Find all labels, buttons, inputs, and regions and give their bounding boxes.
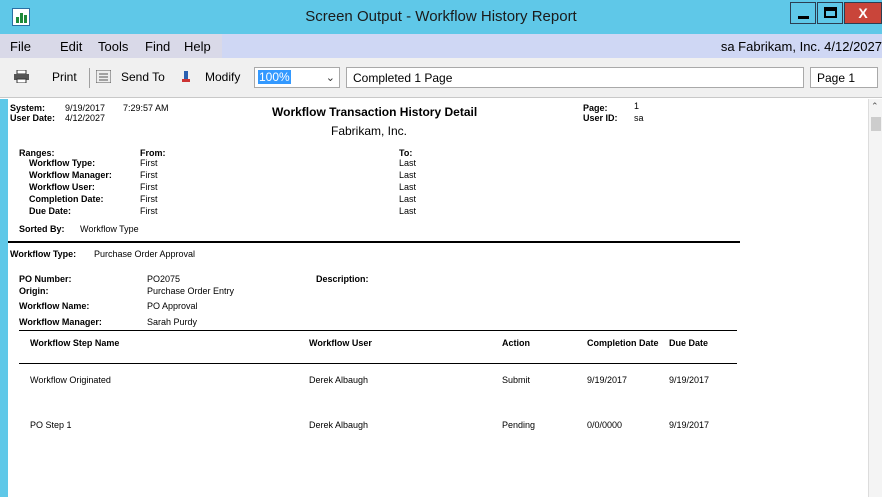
workflow-type-value: Purchase Order Approval [94, 249, 196, 259]
send-to-button[interactable]: Send To [121, 70, 165, 84]
user-date-value: 4/12/2027 [65, 113, 106, 123]
origin-value: Purchase Order Entry [147, 286, 235, 296]
range-from: First [140, 182, 158, 192]
menu-bar: File Edit Tools Find Help sa Fabrikam, I… [0, 34, 882, 58]
modify-button[interactable]: Modify [205, 70, 240, 84]
range-to: Last [399, 206, 417, 216]
title-bar: Screen Output - Workflow History Report … [0, 0, 882, 34]
status-field: Completed 1 Page [346, 67, 804, 88]
range-to: Last [399, 194, 417, 204]
table-cell-user: Derek Albaugh [309, 420, 369, 430]
header-divider [8, 241, 740, 243]
table-cell-action: Pending [502, 420, 536, 430]
system-date: 9/19/2017 [65, 103, 106, 113]
maximize-button[interactable] [817, 2, 843, 24]
table-cell-due: 9/19/2017 [669, 420, 710, 430]
user-id-value: sa [634, 113, 644, 123]
toolbar: Print Send To Modify 100% ⌄ Completed 1 … [0, 58, 882, 98]
menu-tools[interactable]: Tools [98, 39, 128, 54]
range-label: Workflow User: [29, 182, 95, 192]
table-cell-completion: 0/0/0000 [587, 420, 623, 430]
to-label: To: [399, 148, 413, 158]
system-time: 7:29:57 AM [123, 103, 169, 113]
menu-file[interactable]: File [10, 39, 31, 54]
column-header-user: Workflow User [309, 338, 372, 348]
vertical-scrollbar[interactable]: ⌃ [868, 99, 882, 497]
sorted-by-value: Workflow Type [80, 224, 139, 234]
report-title: Workflow Transaction History Detail [272, 105, 478, 119]
table-cell-step: Workflow Originated [30, 375, 111, 385]
workflow-name-label: Workflow Name: [19, 301, 90, 311]
po-number-label: PO Number: [19, 274, 72, 284]
from-label: From: [140, 148, 166, 158]
table-header-rule [19, 363, 737, 364]
ranges-label: Ranges: [19, 148, 55, 158]
workflow-type-label: Workflow Type: [10, 249, 77, 259]
window-title: Screen Output - Workflow History Report [305, 8, 577, 25]
description-label: Description: [316, 274, 369, 284]
range-label: Due Date: [29, 206, 72, 216]
send-to-icon [96, 70, 111, 83]
left-frame [0, 99, 8, 497]
table-top-rule [19, 330, 737, 331]
table-cell-action: Submit [502, 375, 531, 385]
menu-edit[interactable]: Edit [60, 39, 82, 54]
page-label: Page: [583, 103, 608, 113]
range-label: Completion Date: [29, 194, 104, 204]
minimize-button[interactable] [790, 2, 816, 24]
menu-help[interactable]: Help [184, 39, 211, 54]
printer-icon [14, 70, 29, 83]
zoom-select[interactable]: 100% ⌄ [254, 67, 340, 88]
scroll-up-icon[interactable]: ⌃ [871, 101, 879, 112]
range-from: First [140, 206, 158, 216]
workflow-manager-label: Workflow Manager: [19, 317, 102, 327]
table-cell-completion: 9/19/2017 [587, 375, 628, 385]
scroll-thumb[interactable] [871, 117, 881, 131]
table-cell-step: PO Step 1 [30, 420, 72, 430]
range-from: First [140, 170, 158, 180]
po-number-value: PO2075 [147, 274, 181, 284]
report-viewer[interactable]: ⌃ System: 9/19/2017 7:29:57 AM User Date… [0, 99, 882, 497]
workflow-name-value: PO Approval [147, 301, 198, 311]
page-value: 1 [634, 101, 640, 111]
column-header-completion: Completion Date [587, 338, 659, 348]
range-to: Last [399, 182, 417, 192]
close-button[interactable]: X [844, 2, 882, 24]
range-from: First [140, 194, 158, 204]
zoom-value: 100% [258, 70, 291, 84]
menu-find[interactable]: Find [145, 39, 170, 54]
company-name: Fabrikam, Inc. [331, 124, 408, 138]
minimize-icon [798, 16, 809, 19]
user-date-label: User Date: [10, 113, 56, 123]
range-to: Last [399, 170, 417, 180]
system-label: System: [10, 103, 46, 113]
column-header-action: Action [502, 338, 530, 348]
column-header-due: Due Date [669, 338, 709, 348]
maximize-icon [824, 7, 837, 18]
range-from: First [140, 158, 158, 168]
range-to: Last [399, 158, 417, 168]
close-icon: X [858, 5, 868, 21]
sorted-by-label: Sorted By: [19, 224, 65, 234]
workflow-manager-value: Sarah Purdy [147, 317, 198, 327]
user-id-label: User ID: [583, 113, 618, 123]
origin-label: Origin: [19, 286, 49, 296]
column-header-step: Workflow Step Name [30, 338, 120, 348]
range-label: Workflow Manager: [29, 170, 112, 180]
modify-icon [182, 71, 190, 82]
range-label: Workflow Type: [29, 158, 96, 168]
table-cell-due: 9/19/2017 [669, 375, 710, 385]
chevron-down-icon: ⌄ [325, 72, 335, 84]
page-indicator: Page 1 [810, 67, 878, 88]
print-button[interactable]: Print [52, 70, 77, 84]
user-company-date: sa Fabrikam, Inc. 4/12/2027 [720, 39, 882, 54]
table-cell-user: Derek Albaugh [309, 375, 369, 385]
